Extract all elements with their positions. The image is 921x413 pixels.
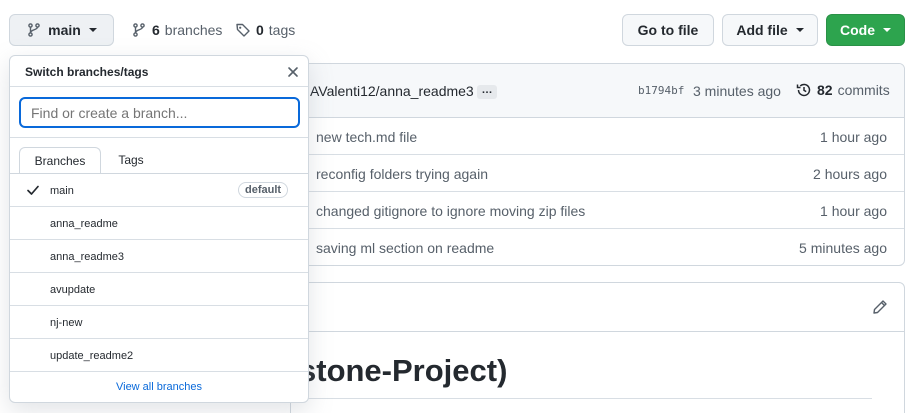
view-all-branches-link[interactable]: View all branches xyxy=(10,381,308,393)
commit-time: 3 minutes ago xyxy=(693,83,781,99)
branch-item[interactable]: avupdate xyxy=(10,273,308,306)
branch-name: main xyxy=(50,185,74,197)
branch-select-button[interactable]: main xyxy=(9,14,114,46)
tags-count: 0 xyxy=(256,22,264,38)
branch-name: anna_readme3 xyxy=(50,251,125,263)
file-time: 1 hour ago xyxy=(820,203,887,219)
chevron-down-icon xyxy=(88,28,97,32)
default-badge: default xyxy=(238,182,289,198)
branches-count: 6 xyxy=(152,22,160,38)
commit-expand-button[interactable]: … xyxy=(477,85,497,99)
git-branch-icon xyxy=(28,23,40,37)
commit-message-link[interactable]: changed gitignore to ignore moving zip f… xyxy=(316,203,585,219)
code-label: Code xyxy=(840,22,875,38)
branch-name: avupdate xyxy=(50,284,96,296)
chevron-down-icon xyxy=(883,28,891,32)
divider xyxy=(10,86,308,87)
branches-link[interactable]: 6 branches xyxy=(131,14,222,46)
readme-heading: stone-Project) xyxy=(299,353,508,388)
readme-box: stone-Project) xyxy=(290,282,905,413)
commit-message-link[interactable]: saving ml section on readme xyxy=(316,240,494,256)
branch-name: update_readme2 xyxy=(50,350,134,362)
go-to-file-label: Go to file xyxy=(637,22,699,38)
table-row: reconfig folders trying again 2 hours ag… xyxy=(291,155,904,192)
table-row: saving ml section on readme 5 minutes ag… xyxy=(291,229,904,265)
branch-select-label: main xyxy=(48,22,81,38)
table-row: changed gitignore to ignore moving zip f… xyxy=(291,192,904,229)
pencil-icon[interactable] xyxy=(872,299,888,315)
branch-item[interactable]: update_readme2 xyxy=(10,339,308,372)
branch-filter-input[interactable] xyxy=(19,97,300,128)
branch-item[interactable]: nj-new xyxy=(10,306,308,339)
divider xyxy=(10,137,308,138)
readme-header-bar xyxy=(291,283,904,332)
dropdown-title: Switch branches/tags xyxy=(25,65,149,79)
file-list-box: AValenti12/anna_readme3 … b1794bf 3 minu… xyxy=(290,63,905,266)
branch-item[interactable]: anna_readme3 xyxy=(10,240,308,273)
git-branch-icon xyxy=(133,23,145,37)
branch-dropdown: Switch branches/tags Branches Tags main … xyxy=(9,55,309,403)
history-icon xyxy=(796,83,811,97)
go-to-file-button[interactable]: Go to file xyxy=(622,14,714,46)
commit-message-link[interactable]: reconfig folders trying again xyxy=(316,166,488,182)
branches-word: branches xyxy=(164,22,223,38)
tag-icon xyxy=(236,23,250,37)
branch-name: anna_readme xyxy=(50,218,118,230)
commit-message-link[interactable]: new tech.md file xyxy=(316,129,417,145)
latest-commit-bar: AValenti12/anna_readme3 … b1794bf 3 minu… xyxy=(291,64,904,118)
add-file-button[interactable]: Add file xyxy=(722,14,818,46)
tags-link[interactable]: 0 tags xyxy=(235,14,295,46)
add-file-label: Add file xyxy=(736,22,788,38)
file-time: 5 minutes ago xyxy=(799,240,887,256)
tags-word: tags xyxy=(268,22,296,38)
commits-word: commits xyxy=(837,82,890,98)
branch-name: nj-new xyxy=(50,317,83,329)
commits-count: 82 xyxy=(817,82,833,98)
chevron-down-icon xyxy=(795,28,804,32)
tab-branches[interactable]: Branches xyxy=(19,147,101,174)
branch-item[interactable]: anna_readme xyxy=(10,207,308,240)
table-row: new tech.md file 1 hour ago xyxy=(291,118,904,155)
file-time: 2 hours ago xyxy=(813,166,887,182)
tab-tags[interactable]: Tags xyxy=(111,147,151,173)
file-time: 1 hour ago xyxy=(820,129,887,145)
commit-sha-link[interactable]: b1794bf xyxy=(638,84,684,97)
commits-link[interactable]: 82 commits xyxy=(796,82,890,98)
readme-divider xyxy=(299,398,872,399)
check-icon xyxy=(27,185,39,195)
code-button[interactable]: Code xyxy=(826,14,905,46)
commit-author-link[interactable]: AValenti12/anna_readme3 xyxy=(310,83,474,99)
branch-item-main[interactable]: main default xyxy=(10,174,308,207)
close-icon[interactable] xyxy=(286,65,300,79)
